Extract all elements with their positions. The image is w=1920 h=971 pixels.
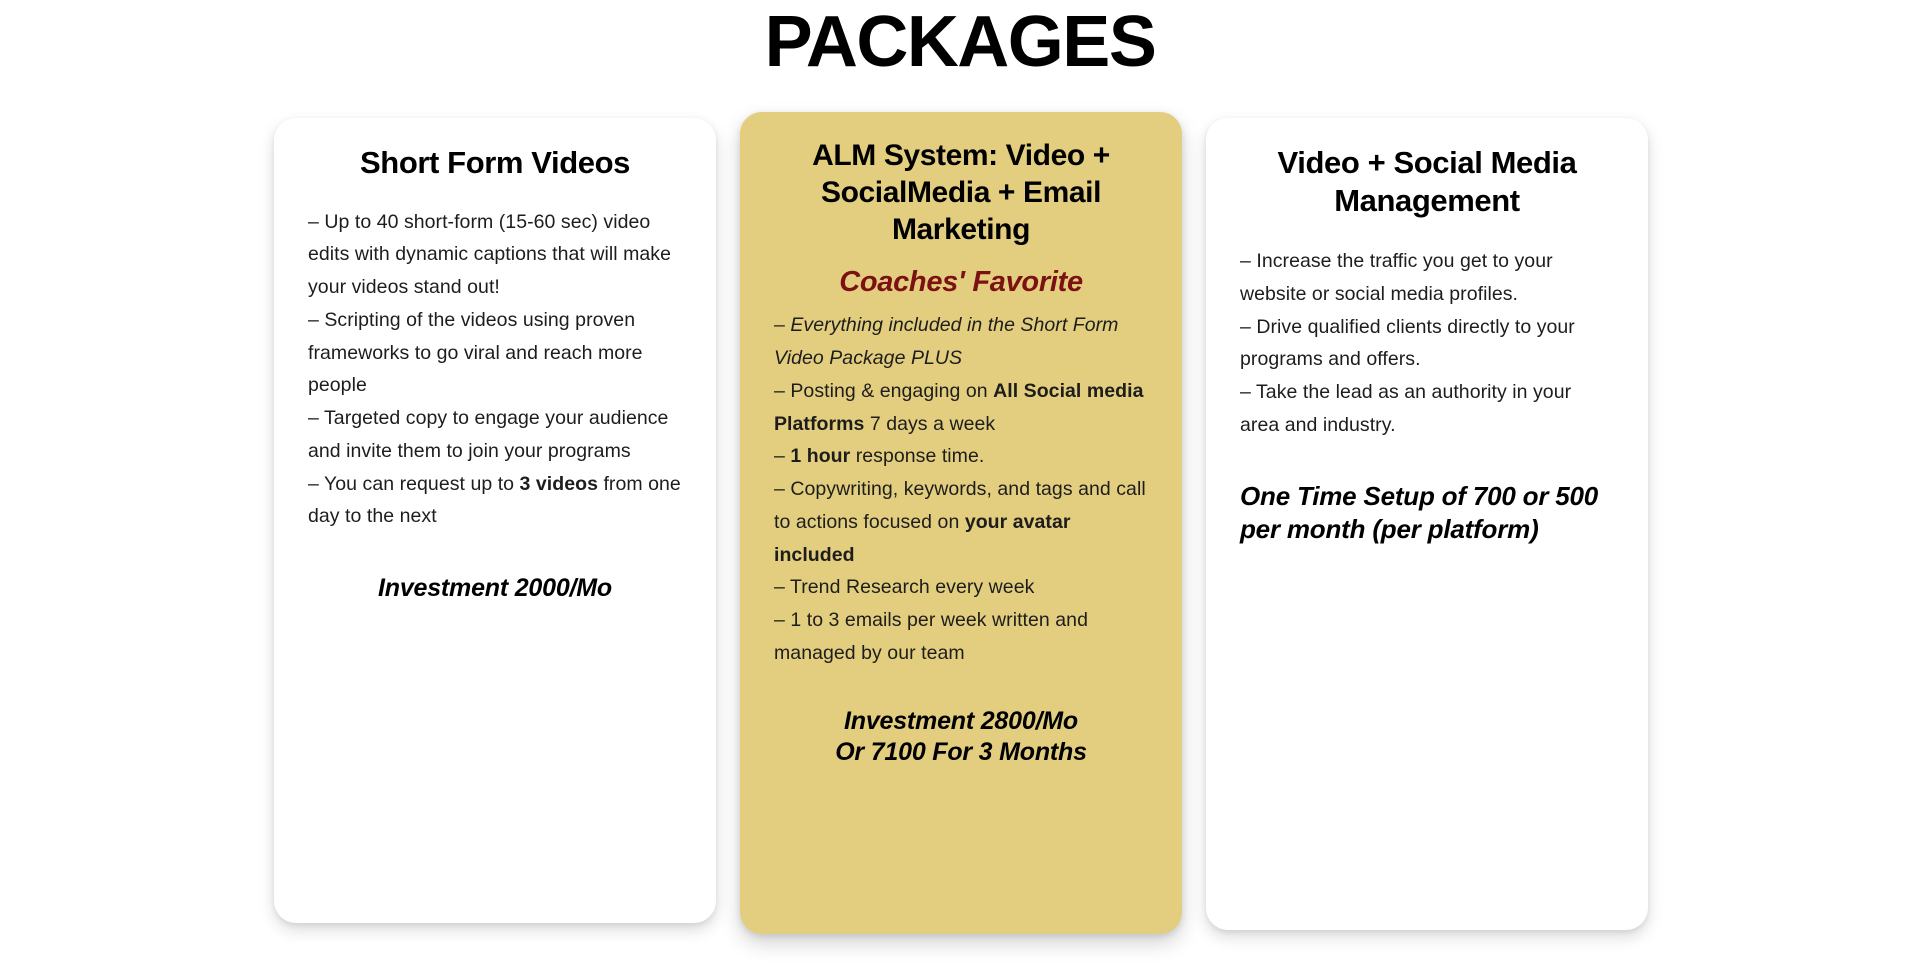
- package-heading: Video + Social Media Management: [1277, 145, 1577, 218]
- feature-emphasis: 1 hour: [790, 445, 851, 468]
- package-feature-item: – You can request up to 3 videos from on…: [308, 472, 681, 528]
- package-price: Investment 2000/Mo: [378, 574, 612, 602]
- package-feature-item: – Drive qualified clients directly to yo…: [1240, 315, 1575, 371]
- package-card-video-social-media-management[interactable]: Video + Social Media Management – Increa…: [1206, 118, 1648, 930]
- package-feature-item: – 1 to 3 emails per week written and man…: [774, 609, 1088, 664]
- package-feature-list: – Increase the traffic you get to your w…: [1240, 245, 1614, 442]
- feature-emphasis: 3 videos: [519, 472, 598, 495]
- package-heading: Short Form Videos: [360, 145, 630, 180]
- package-feature-item: – 1 hour response time.: [774, 445, 985, 468]
- package-card-alm-system[interactable]: ALM System: Video + SocialMedia + Email …: [740, 112, 1182, 934]
- package-feature-list: – Everything included in the Short Form …: [774, 309, 1148, 669]
- feature-emphasis: your avatar included: [774, 510, 1071, 566]
- package-feature-item: – Copywriting, keywords, and tags and ca…: [774, 478, 1146, 566]
- package-feature-item: – Everything included in the Short Form …: [774, 314, 1119, 370]
- package-feature-item: – Up to 40 short-form (15-60 sec) video …: [308, 210, 672, 299]
- package-price: Investment 2800/Mo Or 7100 For 3 Months: [835, 706, 1087, 767]
- package-tagline-badge: Coaches' Favorite: [839, 265, 1083, 298]
- package-feature-item: – Trend Research every week: [774, 576, 1035, 599]
- package-feature-item: – Posting & engaging on All Social media…: [774, 379, 1144, 435]
- package-feature-item: – Take the lead as an authority in your …: [1240, 381, 1572, 436]
- package-feature-list: – Up to 40 short-form (15-60 sec) video …: [308, 206, 682, 534]
- package-feature-item: – Increase the traffic you get to your w…: [1240, 250, 1553, 305]
- packages-page: PACKAGES Short Form Videos – Up to 40 sh…: [0, 0, 1920, 971]
- package-feature-item: – Targeted copy to engage your audience …: [308, 407, 669, 462]
- feature-emphasis: All Social media Platforms: [774, 379, 1144, 435]
- package-heading: ALM System: Video + SocialMedia + Email …: [812, 139, 1110, 246]
- package-price: One Time Setup of 700 or 500 per month (…: [1240, 480, 1599, 545]
- package-card-short-form-videos[interactable]: Short Form Videos – Up to 40 short-form …: [274, 118, 716, 923]
- packages-card-row: Short Form Videos – Up to 40 short-form …: [0, 0, 1920, 971]
- package-feature-item: – Scripting of the videos using proven f…: [308, 308, 643, 397]
